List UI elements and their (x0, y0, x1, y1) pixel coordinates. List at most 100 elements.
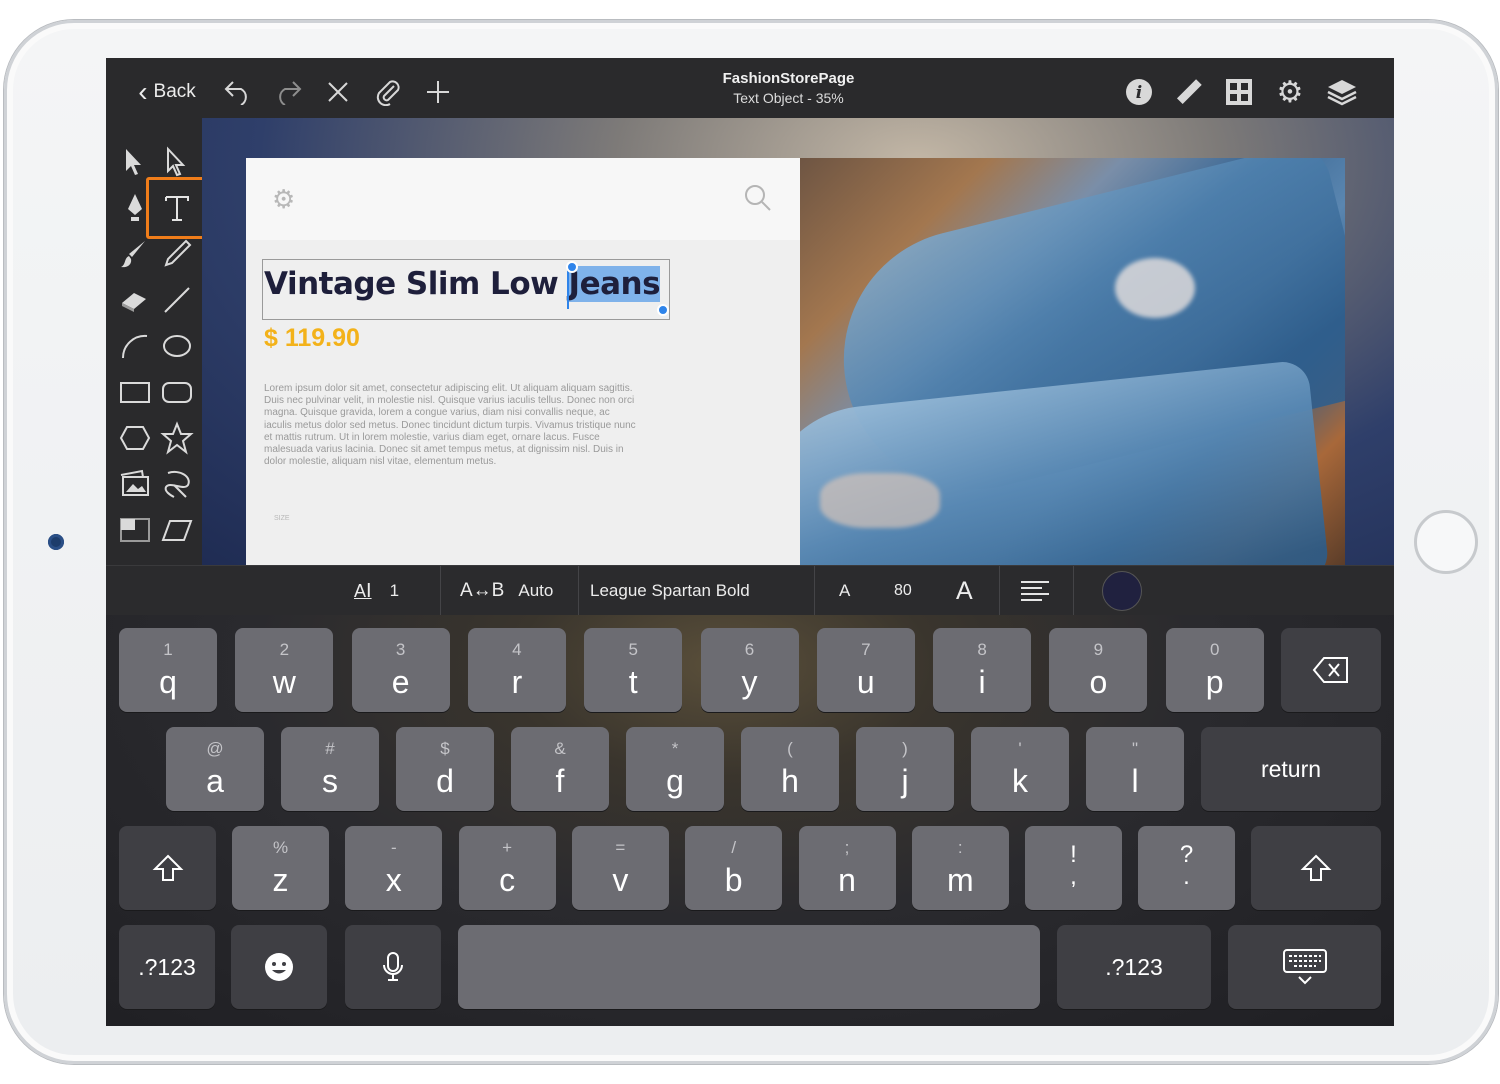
close-icon[interactable] (322, 76, 354, 108)
rectangle-icon[interactable] (117, 374, 153, 410)
undo-icon[interactable] (222, 76, 254, 108)
text-format-bar: AI 1 A↔B Auto League Spartan Bold A 80 A (106, 565, 1394, 616)
paperclip-icon[interactable] (372, 76, 404, 108)
left-shift-key[interactable] (119, 826, 216, 910)
artboard[interactable]: ⚙ (246, 158, 800, 565)
key-k[interactable]: ' k (971, 727, 1069, 811)
key-l[interactable]: " l (1086, 727, 1184, 811)
ruler-icon[interactable] (1173, 76, 1205, 108)
dictation-key[interactable] (345, 925, 441, 1009)
back-label: Back (153, 81, 196, 102)
back-button[interactable]: ‹ Back (132, 76, 202, 108)
key-label: w (272, 664, 296, 700)
plus-icon[interactable] (422, 76, 454, 108)
design-canvas[interactable]: ⚙ Vintage Slim Low Jeans $ 119.90 Lorem … (202, 118, 1394, 565)
key-secondary-label: ) (902, 739, 908, 758)
key-q[interactable]: 1q (119, 628, 217, 712)
key-label: z (272, 862, 289, 898)
text-color-swatch[interactable] (1102, 566, 1144, 616)
hexagon-icon[interactable] (117, 420, 153, 456)
selection-start-handle[interactable] (566, 261, 578, 273)
key-v[interactable]: = v (571, 826, 669, 910)
search-icon (744, 184, 772, 217)
lasso-icon[interactable] (159, 466, 195, 502)
numbers-key-left[interactable]: .?123 (119, 925, 215, 1009)
key-a[interactable]: @ a (166, 727, 264, 811)
key-label: return (1260, 755, 1322, 782)
increase-font-size-button[interactable]: A (956, 566, 980, 616)
selection-end-handle[interactable] (657, 304, 669, 316)
grid-icon[interactable] (1223, 76, 1255, 108)
key-b[interactable]: / b (685, 826, 783, 910)
key-label: s (322, 763, 338, 799)
key-f[interactable]: & f (511, 727, 609, 811)
key-r[interactable]: 4r (467, 628, 566, 712)
key-j[interactable]: ) j (856, 727, 954, 811)
gear-icon: ⚙ (272, 184, 296, 214)
line-icon[interactable] (159, 282, 195, 318)
key-g[interactable]: * g (626, 727, 724, 811)
key-c[interactable]: + c (458, 826, 556, 910)
align-left-icon[interactable] (1020, 566, 1054, 616)
frame-icon[interactable] (117, 512, 153, 548)
question-period-key[interactable]: ?. (1138, 826, 1235, 910)
direct-select-arrow-icon[interactable] (159, 144, 195, 180)
return-key[interactable]: return (1201, 727, 1381, 811)
price-text[interactable]: $ 119.90 (264, 324, 360, 353)
letter-spacing-control[interactable]: A↔B Auto (460, 566, 578, 616)
line-spacing-control[interactable]: AI 1 (354, 566, 434, 616)
eraser-icon[interactable] (117, 282, 153, 318)
pencil-icon[interactable] (159, 236, 195, 272)
select-arrow-icon[interactable] (117, 144, 153, 180)
key-u[interactable]: 7u (816, 628, 915, 712)
arc-icon[interactable] (117, 328, 153, 364)
font-picker[interactable]: League Spartan Bold (590, 566, 810, 616)
key-i[interactable]: 8i (933, 628, 1032, 712)
key-label: n (838, 862, 856, 898)
key-d[interactable]: $ d (396, 727, 494, 811)
ellipse-icon[interactable] (159, 328, 195, 364)
key-m[interactable]: :m (911, 826, 1009, 910)
headline-text[interactable]: Vintage Slim Low Jeans (264, 266, 661, 302)
star-icon[interactable] (159, 420, 195, 456)
space-key[interactable] (458, 925, 1040, 1009)
shift-icon (152, 854, 183, 881)
brush-icon[interactable] (117, 236, 153, 272)
key-o[interactable]: 9o (1049, 628, 1148, 712)
app-screen: ‹ Back FashionStorePage Text Object - 35… (106, 58, 1394, 1026)
key-w[interactable]: 2w (235, 628, 334, 712)
right-shift-key[interactable] (1251, 826, 1381, 910)
line-spacing-value: 1 (389, 581, 400, 600)
key-secondary-label: # (325, 739, 335, 758)
key-z[interactable]: % z (232, 826, 329, 910)
key-p[interactable]: 0p (1165, 628, 1264, 712)
decrease-font-size-button[interactable]: A (839, 566, 859, 616)
text-tool-icon[interactable] (146, 177, 208, 239)
exclamation-comma-key[interactable]: !, (1025, 826, 1122, 910)
image-icon[interactable] (117, 466, 153, 502)
key-s[interactable]: # s (281, 727, 379, 811)
info-icon[interactable]: i (1123, 76, 1155, 108)
gear-icon[interactable]: ⚙ (1274, 76, 1306, 109)
numbers-key-right[interactable]: .?123 (1057, 925, 1211, 1009)
description-text[interactable]: Lorem ipsum dolor sit amet, consectetur … (264, 383, 636, 468)
parallelogram-icon[interactable] (159, 512, 195, 548)
key-x[interactable]: -x (345, 826, 443, 910)
key-y[interactable]: 6y (700, 628, 799, 712)
key-h[interactable]: (h (741, 727, 839, 811)
backspace-key[interactable] (1281, 628, 1381, 712)
home-button[interactable] (1414, 510, 1478, 574)
layers-icon[interactable] (1325, 76, 1359, 108)
key-n[interactable]: ; n (798, 826, 896, 910)
emoji-key[interactable] (231, 925, 327, 1009)
text-caret (567, 267, 569, 309)
key-e[interactable]: 3e (351, 628, 450, 712)
rounded-rectangle-icon[interactable] (159, 374, 195, 410)
shift-icon (1300, 854, 1332, 881)
key-secondary-label: 0 (1209, 640, 1220, 659)
key-t[interactable]: 5t (584, 628, 683, 712)
redo-icon[interactable] (272, 76, 304, 108)
hide-keyboard-key[interactable] (1228, 925, 1381, 1009)
key-secondary-label: & (554, 739, 566, 758)
font-size-value[interactable]: 80 (894, 566, 924, 616)
